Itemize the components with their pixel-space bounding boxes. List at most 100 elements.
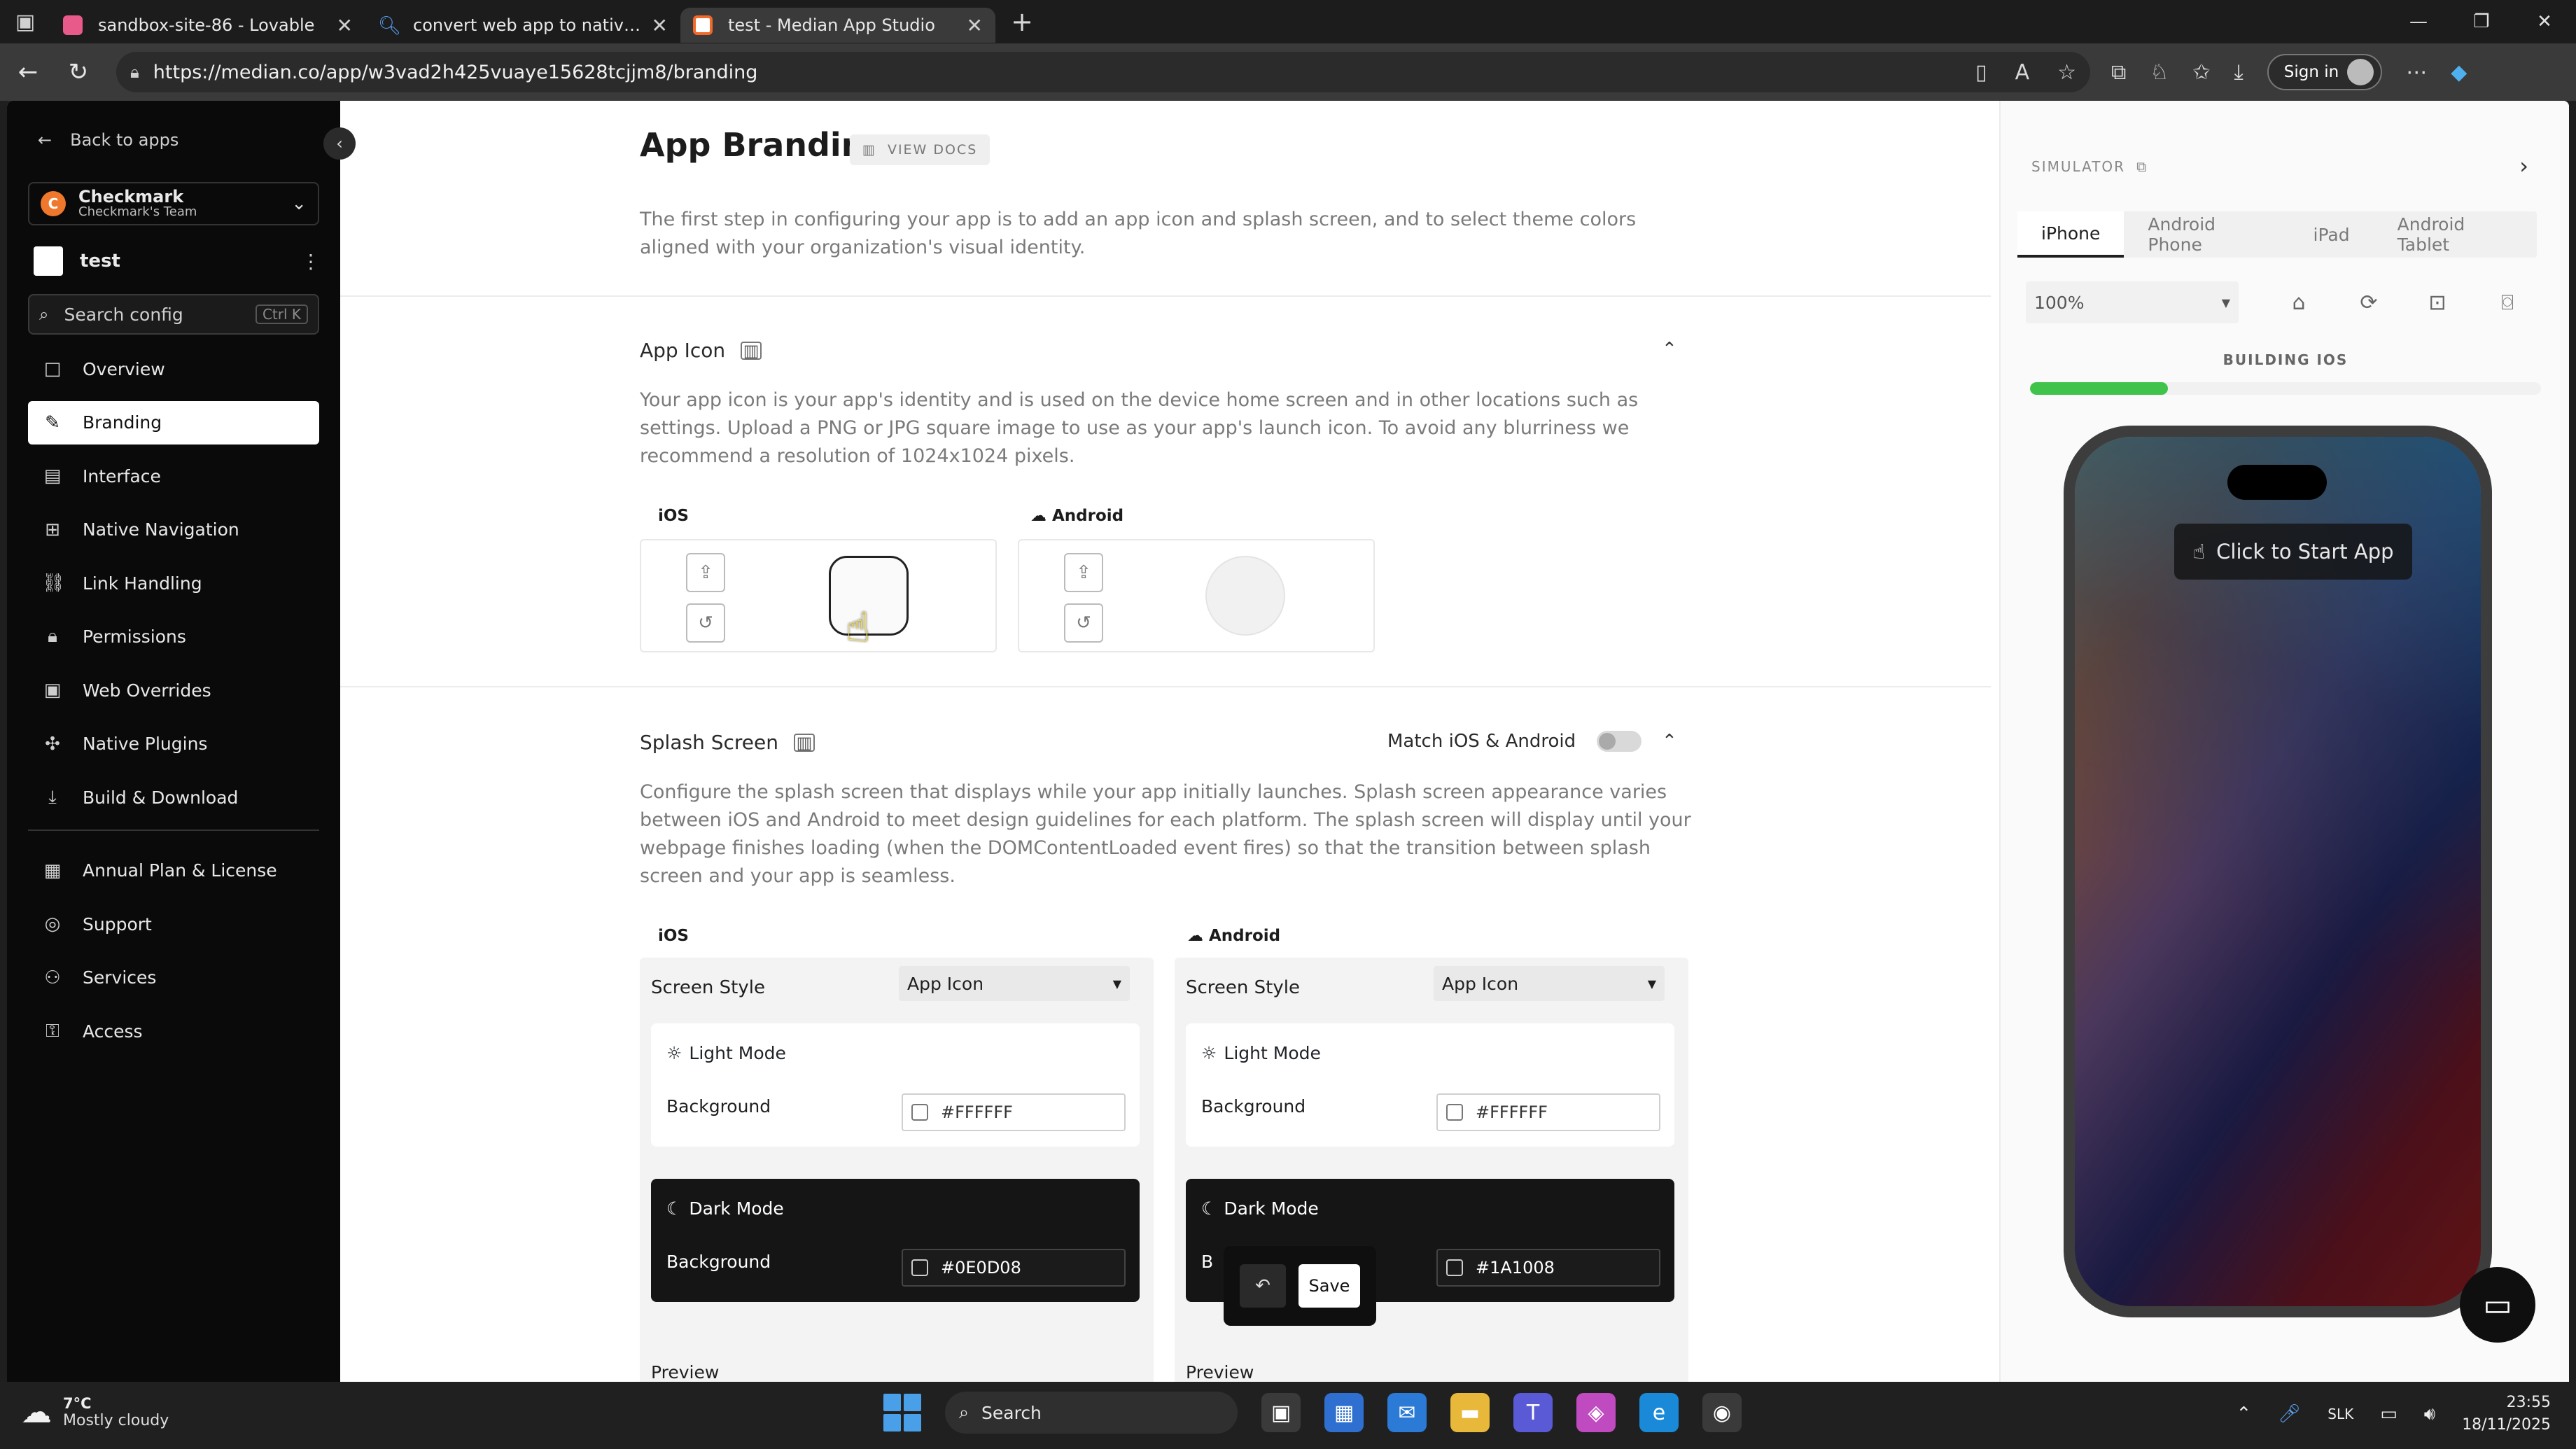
close-tab-icon[interactable]: ✕ bbox=[967, 14, 983, 37]
restore-icon[interactable]: ❐ bbox=[2450, 0, 2513, 43]
network-icon[interactable]: ▭ bbox=[2380, 1404, 2398, 1424]
screen-style-select[interactable]: App Icon ▼ bbox=[1434, 966, 1665, 1001]
browser-tab-2[interactable]: 🔍︎ convert web app to native app - Searc… bbox=[365, 8, 680, 43]
docs-icon[interactable]: ▥ bbox=[741, 341, 762, 360]
org-selector[interactable]: C Checkmark Checkmark's Team ⌄ bbox=[28, 182, 319, 225]
color-swatch[interactable] bbox=[911, 1259, 928, 1276]
back-arrow-icon[interactable]: ← bbox=[6, 50, 50, 94]
extensions-icon[interactable]: ⧉ bbox=[2111, 60, 2126, 85]
undo-button[interactable]: ↶ bbox=[1240, 1264, 1286, 1308]
docs-icon[interactable]: ▥ bbox=[793, 733, 815, 752]
save-button[interactable]: Save bbox=[1298, 1264, 1360, 1308]
splash-screen-header: Splash Screen ▥ bbox=[640, 731, 815, 754]
taskbar-search[interactable]: ⌕ Search bbox=[945, 1392, 1238, 1434]
close-window-icon[interactable]: ✕ bbox=[2513, 0, 2576, 43]
chevron-up-icon[interactable]: ⌃ bbox=[1662, 731, 1677, 752]
dark-background-input[interactable]: #0E0D08 bbox=[902, 1249, 1126, 1287]
edge-icon[interactable]: e bbox=[1639, 1393, 1679, 1432]
sidebar-item-native-plugins[interactable]: ✣ Native Plugins bbox=[28, 722, 319, 766]
tab-android-tablet[interactable]: Android Tablet bbox=[2374, 211, 2537, 258]
android-icon-preview[interactable] bbox=[1205, 556, 1285, 636]
sidebar-item-annual-plan[interactable]: ▦ Annual Plan & License bbox=[28, 849, 319, 892]
language-indicator[interactable]: SLK bbox=[2328, 1406, 2353, 1422]
dark-background-input[interactable]: #1A1008 bbox=[1436, 1249, 1660, 1287]
background-label: Background bbox=[666, 1252, 771, 1272]
light-background-input[interactable]: #FFFFFF bbox=[1436, 1093, 1660, 1131]
outlook-icon[interactable]: ✉ bbox=[1387, 1393, 1427, 1432]
lock-icon[interactable]: 🔒︎ bbox=[130, 62, 139, 82]
browser-tab-1[interactable]: sandbox-site-86 - Lovable ✕ bbox=[50, 8, 365, 43]
history-icon[interactable]: ↺ bbox=[1064, 603, 1103, 643]
app-selector[interactable]: test ⋮ bbox=[34, 245, 321, 277]
back-to-apps-link[interactable]: ← Back to apps bbox=[38, 130, 178, 150]
downloads-icon[interactable]: ⤓ bbox=[2234, 60, 2243, 85]
clock[interactable]: 23:55 18/11/2025 bbox=[2462, 1392, 2551, 1436]
sidebar-item-access[interactable]: ⚿ Access bbox=[28, 1009, 319, 1053]
volume-icon[interactable]: 🔊︎ bbox=[2424, 1404, 2435, 1425]
sun-icon: ☼ bbox=[666, 1043, 682, 1063]
sidebar-item-branding[interactable]: ✎ Branding bbox=[28, 400, 319, 444]
search-config-input[interactable]: ⌕ Search config Ctrl K bbox=[28, 294, 319, 335]
favorite-star-icon[interactable]: ☆ bbox=[2057, 60, 2076, 85]
external-link-icon[interactable]: ⧉ bbox=[2136, 158, 2148, 175]
store-icon[interactable]: ▦ bbox=[1324, 1393, 1364, 1432]
collapse-sidebar-button[interactable]: ‹ bbox=[323, 127, 356, 160]
sidebar-item-permissions[interactable]: 🔒︎ Permissions bbox=[28, 615, 319, 659]
file-explorer-icon[interactable]: ▬ bbox=[1450, 1393, 1490, 1432]
minimize-icon[interactable]: — bbox=[2387, 0, 2450, 43]
more-vertical-icon[interactable]: ⋮ bbox=[301, 250, 321, 273]
microphone-icon[interactable]: 🎤︎ bbox=[2278, 1404, 2301, 1424]
sidebar-item-overview[interactable]: □ Overview bbox=[28, 347, 319, 391]
favorites-icon[interactable]: ✩ bbox=[2192, 60, 2210, 85]
tab-iphone[interactable]: iPhone bbox=[2017, 211, 2124, 258]
close-tab-icon[interactable]: ✕ bbox=[337, 14, 353, 37]
upload-icon[interactable]: ⇪ bbox=[1064, 553, 1103, 592]
screenshot-icon[interactable]: ⊡ bbox=[2418, 284, 2457, 321]
match-ios-android-toggle[interactable] bbox=[1597, 731, 1642, 752]
tab-actions-icon[interactable]: ▣ bbox=[0, 0, 50, 43]
address-bar[interactable]: 🔒︎ https://median.co/app/w3vad2h425vuaye… bbox=[116, 52, 2090, 92]
tab-android-phone[interactable]: Android Phone bbox=[2124, 211, 2289, 258]
sidebar-item-services[interactable]: ⚇ Services bbox=[28, 956, 319, 1000]
sidebar-item-native-navigation[interactable]: ⊞ Native Navigation bbox=[28, 508, 319, 552]
browser-tab-3[interactable]: test - Median App Studio ✕ bbox=[680, 8, 995, 43]
rotate-icon[interactable]: ⟳ bbox=[2349, 284, 2388, 321]
more-icon[interactable]: ⋯ bbox=[2406, 60, 2427, 85]
color-swatch[interactable] bbox=[1446, 1259, 1463, 1276]
weather-widget[interactable]: ☁ 7°C Mostly cloudy bbox=[21, 1394, 169, 1430]
chat-icon[interactable]: ▭ bbox=[2460, 1267, 2535, 1343]
new-tab-button[interactable]: + bbox=[1001, 4, 1043, 39]
teams-icon[interactable]: T bbox=[1513, 1393, 1553, 1432]
view-docs-button[interactable]: ▥ VIEW DOCS bbox=[850, 134, 990, 165]
close-tab-icon[interactable]: ✕ bbox=[652, 14, 668, 37]
camera-icon[interactable]: ⌼ bbox=[2488, 284, 2527, 321]
task-view-icon[interactable]: ▣ bbox=[1261, 1393, 1301, 1432]
light-background-input[interactable]: #FFFFFF bbox=[902, 1093, 1126, 1131]
reader-icon[interactable]: ▯ bbox=[1975, 60, 1987, 85]
chevron-up-icon[interactable]: ⌃ bbox=[1662, 339, 1677, 360]
screen-style-select[interactable]: App Icon ▼ bbox=[899, 966, 1130, 1001]
refresh-icon[interactable]: ↻ bbox=[56, 50, 101, 94]
m365-icon[interactable]: ◈ bbox=[1576, 1393, 1616, 1432]
tab-ipad[interactable]: iPad bbox=[2290, 211, 2374, 258]
color-swatch[interactable] bbox=[1446, 1104, 1463, 1121]
color-swatch[interactable] bbox=[911, 1104, 928, 1121]
start-app-button[interactable]: ☝ Click to Start App bbox=[2174, 524, 2412, 580]
windows-start-icon[interactable] bbox=[883, 1394, 921, 1432]
zoom-select[interactable]: 100% ▼ bbox=[2026, 281, 2239, 323]
upload-icon[interactable]: ⇪ bbox=[686, 553, 725, 592]
home-icon[interactable]: ⌂ bbox=[2279, 284, 2318, 321]
copilot-icon[interactable]: ◆ bbox=[2451, 60, 2467, 85]
chrome-icon[interactable]: ◉ bbox=[1702, 1393, 1742, 1432]
sidebar-item-build-download[interactable]: ⤓ Build & Download bbox=[28, 776, 319, 819]
chevron-right-icon[interactable]: › bbox=[2519, 153, 2528, 179]
browser-essentials-icon[interactable]: ♘ bbox=[2150, 60, 2169, 85]
sidebar-item-web-overrides[interactable]: ▣ Web Overrides bbox=[28, 668, 319, 712]
chevron-up-icon[interactable]: ⌃ bbox=[2236, 1404, 2251, 1424]
read-aloud-icon[interactable]: A bbox=[2015, 60, 2030, 85]
sidebar-item-support[interactable]: ◎ Support bbox=[28, 902, 319, 946]
history-icon[interactable]: ↺ bbox=[686, 603, 725, 643]
sidebar-item-link-handling[interactable]: ⛓ Link Handling bbox=[28, 561, 319, 605]
sidebar-item-interface[interactable]: ▤ Interface bbox=[28, 454, 319, 498]
sign-in-button[interactable]: Sign in bbox=[2267, 54, 2383, 90]
